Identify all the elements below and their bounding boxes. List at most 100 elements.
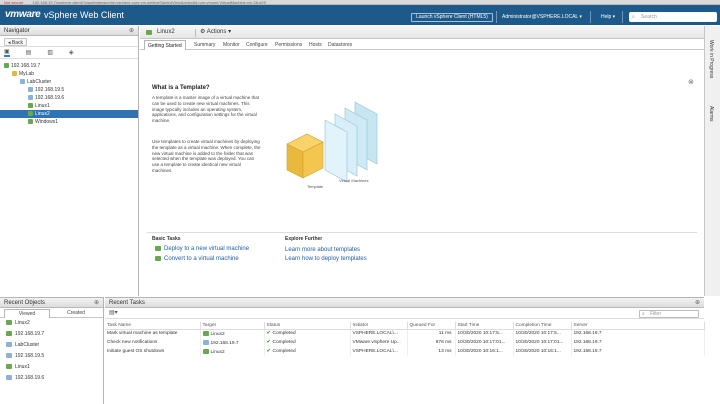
- table-row[interactable]: Check new notifications 192.168.19.7 ✔ Comp…: [105, 338, 705, 347]
- cell-target[interactable]: 192.168.19.7: [200, 338, 265, 347]
- tree-item-label: Windows1: [35, 119, 59, 125]
- pin-icon[interactable]: ⊕: [94, 298, 99, 308]
- basic-tasks-title: Basic Tasks: [152, 236, 181, 242]
- tab-summary[interactable]: Summary: [191, 40, 218, 50]
- learn-deploy-link[interactable]: Learn how to deploy templates: [285, 256, 367, 262]
- host-icon: [6, 353, 12, 359]
- column-header[interactable]: Queued For: [407, 322, 456, 330]
- tab-configure[interactable]: Configure: [243, 40, 271, 50]
- pin-icon[interactable]: ⊕: [695, 298, 700, 308]
- recent-object-item[interactable]: Linux1: [0, 362, 103, 373]
- column-header[interactable]: Task Name: [105, 322, 201, 330]
- cell-server: 192.168.19.7: [571, 329, 705, 338]
- datacenter-icon: [12, 71, 17, 77]
- convert-to-vm-label: Convert to a virtual machine: [164, 256, 239, 263]
- tree-item[interactable]: 192.168.19.5: [0, 86, 138, 94]
- cell-server: 192.168.19.7: [571, 338, 705, 347]
- tree-item[interactable]: Linux2: [0, 110, 138, 118]
- cell-text: 11 ms: [438, 331, 452, 337]
- table-header-row: Task Name Target Status Initiator Queued For…: [105, 322, 705, 330]
- tab-permissions[interactable]: Permissions: [272, 40, 305, 50]
- alarms-tab[interactable]: Alarms: [708, 106, 714, 122]
- help-menu[interactable]: Help ▾: [601, 14, 615, 20]
- recent-object-item[interactable]: LabCluster: [0, 340, 103, 351]
- back-button[interactable]: ◂ Back: [4, 38, 28, 46]
- global-search-input[interactable]: ⌕ Search: [629, 12, 717, 22]
- recent-tasks-panel: Recent Tasks ⊕ ▤▾ ⌕ Filter Task Name Targ…: [105, 297, 705, 404]
- getting-started-content: ⊗ What is a Template? A template is a ma…: [140, 50, 704, 295]
- column-header[interactable]: Initiator: [350, 322, 408, 330]
- table-row[interactable]: Initiate guest OS shutdown Linux2 ✔ Complet…: [105, 347, 705, 356]
- cell-status: ✔ Completed: [264, 338, 351, 347]
- convert-to-vm-link[interactable]: Convert to a virtual machine: [155, 256, 239, 262]
- learn-templates-link[interactable]: Learn more about templates: [285, 247, 360, 253]
- cell-text: VSPHERE.LOCAL\...: [352, 349, 398, 354]
- cell-status: ✔ Completed: [264, 347, 351, 356]
- deploy-vm-label: Deploy to a new virtual machine: [164, 246, 250, 253]
- cell-text: 10/30/2020 10:16:1...: [515, 349, 561, 354]
- recent-object-item[interactable]: 192.168.19.7: [0, 329, 103, 340]
- tab-hosts[interactable]: Hosts: [306, 40, 325, 50]
- tree-item[interactable]: Linux1: [0, 102, 138, 110]
- user-menu[interactable]: Administrator@VSPHERE.LOCAL ▾: [502, 14, 582, 20]
- tab-viewed[interactable]: Viewed: [4, 309, 50, 318]
- work-in-progress-tab[interactable]: Work in Progress: [708, 40, 714, 78]
- column-header[interactable]: Start Time: [455, 322, 514, 330]
- vm-icon: [28, 103, 33, 109]
- app-title: vSphere Web Client: [44, 10, 124, 20]
- recent-object-item[interactable]: 192.168.19.6: [0, 373, 103, 384]
- tab-getting-started[interactable]: Getting Started: [144, 40, 186, 50]
- cell-queued: 11 ms: [407, 329, 456, 338]
- cluster-icon: [20, 79, 25, 85]
- tab-created[interactable]: Created: [53, 309, 99, 318]
- actions-menu[interactable]: ⚙ Actions ▾: [200, 26, 231, 39]
- cell-text: Initiate guest OS shutdown: [107, 349, 165, 354]
- tab-monitor[interactable]: Monitor: [220, 40, 243, 50]
- tree-item-label: MyLab: [19, 71, 35, 77]
- vms-templates-icon[interactable]: ▤: [26, 49, 32, 56]
- cell-task: Mark virtual machine as template: [105, 329, 201, 338]
- tree-item[interactable]: MyLab: [0, 70, 138, 78]
- cell-text: Check new notifications: [107, 340, 158, 345]
- deploy-vm-link[interactable]: Deploy to a new virtual machine: [155, 246, 249, 252]
- recent-objects-list: Linux2 192.168.19.7 LabCluster 192.168.19.5…: [0, 318, 103, 384]
- column-header[interactable]: Target: [200, 322, 265, 330]
- cluster-icon: [6, 342, 12, 348]
- vm-icon: [28, 119, 33, 125]
- table-row[interactable]: Mark virtual machine as template Linux2 ✔ C…: [105, 329, 705, 338]
- vm-icon: [6, 364, 12, 370]
- column-header[interactable]: Completion Time: [513, 322, 572, 330]
- vcenter-icon: [202, 339, 209, 345]
- tree-item[interactable]: 192.168.19.6: [0, 94, 138, 102]
- header-divider: [195, 29, 196, 37]
- recent-object-item[interactable]: Linux2: [0, 318, 103, 329]
- tree-item[interactable]: 192.168.19.7: [0, 62, 138, 70]
- tab-datastores[interactable]: Datastores: [325, 40, 355, 50]
- recent-object-item[interactable]: 192.168.19.5: [0, 351, 103, 362]
- cell-text: 13 ms: [438, 349, 452, 354]
- tree-item[interactable]: LabCluster: [0, 78, 138, 86]
- recent-tasks-table: Task Name Target Status Initiator Queued For…: [105, 322, 705, 356]
- object-tabs: Getting Started Summary Monitor Configure Pe…: [140, 39, 704, 50]
- launch-html5-client-button[interactable]: Launch vSphere Client (HTML5): [411, 13, 493, 22]
- hosts-clusters-icon[interactable]: ▣: [4, 48, 10, 57]
- header-divider: [622, 11, 623, 23]
- cell-target[interactable]: Linux2: [200, 347, 265, 356]
- tasks-filter-input[interactable]: ⌕ Filter: [639, 310, 699, 318]
- cell-task: Check new notifications: [105, 338, 201, 347]
- column-header[interactable]: Status: [264, 322, 351, 330]
- inventory-tree: 192.168.19.7 MyLab LabCluster 192.168.19.5 1…: [0, 59, 138, 126]
- task-options-icon[interactable]: ▤▾: [109, 309, 118, 316]
- back-label: Back: [11, 40, 24, 46]
- networking-icon[interactable]: ◈: [69, 49, 74, 56]
- template-box: [286, 133, 324, 179]
- column-header[interactable]: Server: [571, 322, 705, 330]
- tree-item-label: 192.168.19.6: [35, 95, 65, 101]
- close-icon[interactable]: ⊗: [688, 78, 694, 86]
- tree-item[interactable]: Windows1: [0, 118, 138, 126]
- cell-start: 10/30/2020 10:16:1...: [455, 347, 514, 356]
- pin-icon[interactable]: ⊕: [129, 26, 134, 36]
- recent-objects-title: Recent Objects: [4, 300, 46, 306]
- cell-target[interactable]: Linux2: [200, 329, 265, 338]
- storage-icon[interactable]: ▥: [47, 49, 53, 56]
